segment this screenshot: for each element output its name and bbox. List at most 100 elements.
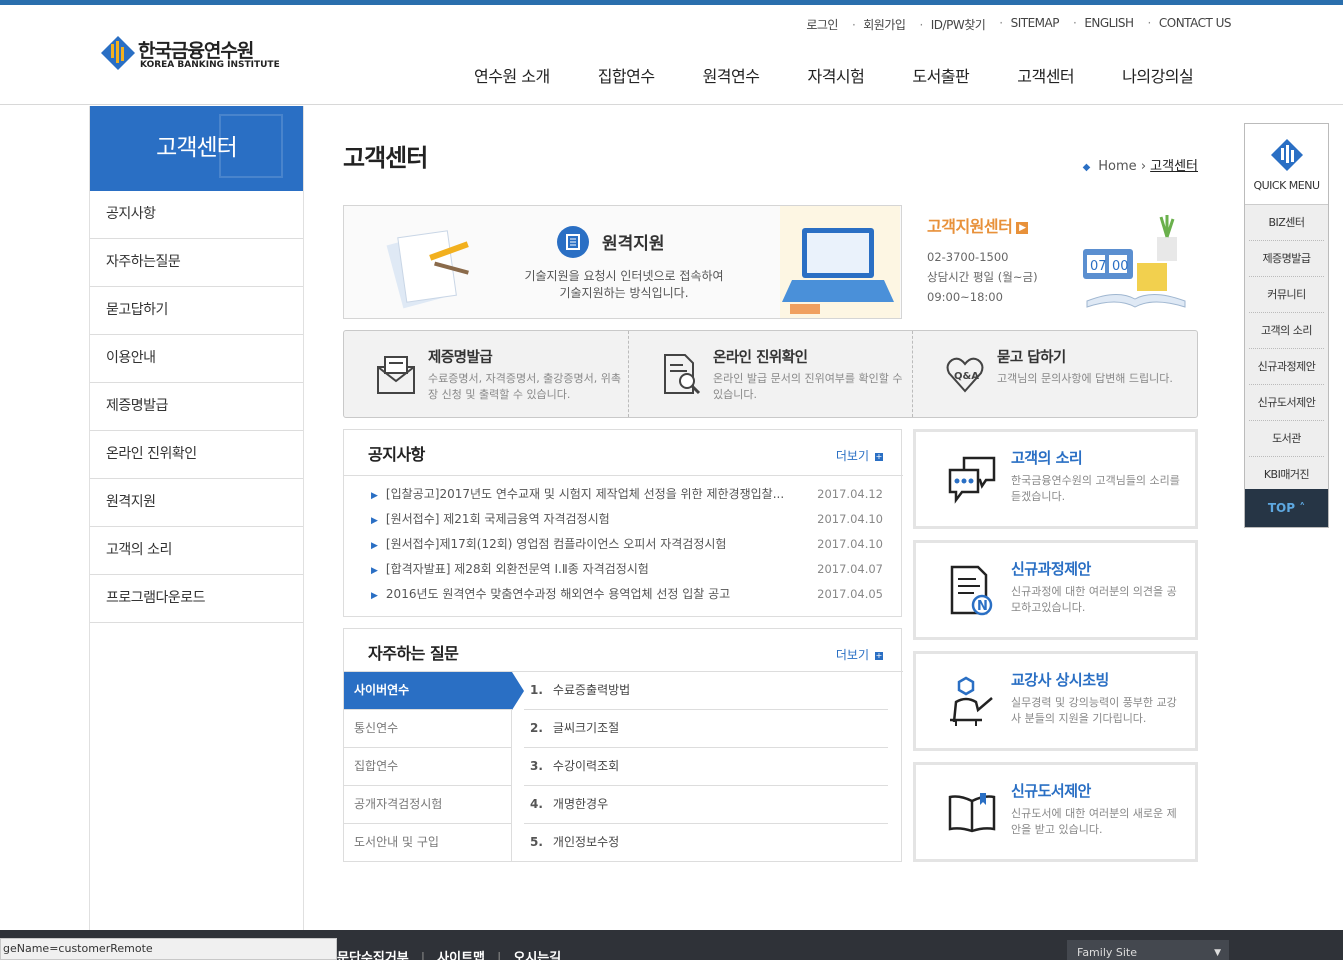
faq-item[interactable]: 5. 개인정보수정 [524,824,888,862]
card-customer-voice[interactable]: 고객의 소리 한국금융연수원의 고객님들의 소리를 듣겠습니다. [913,429,1198,529]
notice-item-text: [원서접수] 제21회 국제금융역 자격검정시험 [385,512,610,526]
bullet-icon: ▶ [371,591,378,601]
faq-tab-group[interactable]: 집합연수 [344,748,512,786]
footer-link-sitemap[interactable]: 사이트맵 [437,951,485,960]
footer-link-email-refusal[interactable]: 문단수집거부 [337,951,409,960]
calendar-month: 07 [1090,259,1107,274]
notice-item-date: 2017.04.12 [817,487,883,501]
side-nav-item-voice[interactable]: 고객의 소리 [90,527,303,575]
bullet-icon: ▶ [371,491,378,501]
remote-support-icon [557,226,589,258]
card-instructor-recruit[interactable]: 교강사 상시초빙 실무경력 및 강의능력이 풍부한 교강사 분들의 지원을 기다… [913,651,1198,751]
card-new-course[interactable]: N 신규과정제안 신규과정에 대한 여러분의 의견을 공모하고있습니다. [913,540,1198,640]
util-english-link[interactable]: ENGLISH [1073,16,1134,33]
gnb-item-publishing[interactable]: 도서출판 [912,63,969,87]
service-verify[interactable]: 온라인 진위확인 온라인 발급 문서의 진위여부를 확인할 수 있습니다. [628,331,913,417]
quick-menu-item-certificate[interactable]: 제증명발급 [1249,241,1324,277]
card-new-book-desc: 신규도서에 대한 여러분의 새로운 제안을 받고 있습니다. [1011,807,1177,836]
bullet-icon: ▶ [371,516,378,526]
document-new-icon: N [950,565,993,616]
notice-item-text: [원서접수]제17회(12회) 영업점 컴플라이언스 오피서 자격검정시험 [385,537,727,551]
support-center-title[interactable]: 고객지원센터 ▶ [927,213,1029,237]
faq-item-text: 수료증출력방법 [552,683,631,697]
side-nav-item-faq[interactable]: 자주하는질문 [90,239,303,287]
header: 한국금융연수원 KOREA BANKING INSTITUTE 로그인 회원가입… [0,5,1343,105]
side-nav: 고객센터 공지사항 자주하는질문 묻고답하기 이용안내 제증명발급 온라인 진위… [89,106,304,930]
notice-box: 공지사항 더보기 + ▶ [입찰공고]2017년도 연수교재 및 시험지 제작업체 … [343,429,903,617]
gnb-item-about[interactable]: 연수원 소개 [474,63,550,87]
quick-menu-item-community[interactable]: 커뮤니티 [1249,277,1324,313]
faq-item[interactable]: 3. 수강이력조회 [524,748,888,786]
faq-item[interactable]: 1. 수료증출력방법 [524,672,888,710]
remote-support-desc-line1: 기술지원을 요청시 인터넷으로 접속하여 [524,269,724,283]
notice-item[interactable]: ▶ [합격자발표] 제28회 외환전문역 Ⅰ.Ⅱ종 자격검정시험 2017.04.0… [371,557,883,582]
faq-item-num: 5. [530,835,543,849]
faq-item[interactable]: 4. 개명한경우 [524,786,888,824]
side-nav-item-certificate[interactable]: 제증명발급 [90,383,303,431]
util-join-link[interactable]: 회원가입 [852,16,906,33]
faq-more-link[interactable]: 더보기 + [836,646,883,663]
support-phone: 02-3700-1500 [927,250,1009,264]
gnb-item-my-classroom[interactable]: 나의강의실 [1122,63,1194,87]
service-certificate[interactable]: 제증명발급 수료증명서, 자격증명서, 출강증명서, 위촉장 신청 및 출력할 … [344,331,629,417]
side-nav-item-download[interactable]: 프로그램다운로드 [90,575,303,623]
faq-item-text: 개명한경우 [552,797,609,811]
quick-menu-item-library[interactable]: 도서관 [1249,421,1324,457]
faq-tab-correspondence[interactable]: 통신연수 [344,710,512,748]
top-button[interactable]: TOP ˄ [1245,489,1328,527]
card-new-book[interactable]: 신규도서제안 신규도서에 대한 여러분의 새로운 제안을 받고 있습니다. [913,762,1198,862]
breadcrumb-home[interactable]: Home [1098,159,1136,174]
notice-item[interactable]: ▶ 2016년도 원격연수 맞춤연수과정 해외연수 용역업체 선정 입찰 공고 20… [371,582,883,607]
gnb-item-certification[interactable]: 자격시험 [807,63,864,87]
util-login-link[interactable]: 로그인 [806,16,838,33]
bullet-icon: ▶ [371,541,378,551]
faq-item[interactable]: 2. 글씨크기조절 [524,710,888,748]
quick-menu-item-voice[interactable]: 고객의 소리 [1249,313,1324,349]
top-button-label: TOP [1267,501,1295,515]
remote-support-banner[interactable]: 원격지원 기술지원을 요청시 인터넷으로 접속하여 기술지원하는 방식입니다. [343,205,902,319]
footer-link-directions[interactable]: 오시는길 [513,951,561,960]
side-nav-item-qna[interactable]: 묻고답하기 [90,287,303,335]
notice-item[interactable]: ▶ [원서접수]제17회(12회) 영업점 컴플라이언스 오피서 자격검정시험 20… [371,532,883,557]
support-hours: 09:00~18:00 [927,290,1003,304]
card-instructor-recruit-title: 교강사 상시초빙 [1011,671,1109,689]
side-nav-item-verify[interactable]: 온라인 진위확인 [90,431,303,479]
page-title: 고객센터 [343,144,428,172]
breadcrumb: ◆ Home › 고객센터 [1083,155,1198,174]
side-nav-item-guide[interactable]: 이용안내 [90,335,303,383]
quick-menu-item-magazine[interactable]: KBI매거진 [1249,457,1324,493]
divider [344,475,903,476]
footer-separator: | [420,951,426,960]
faq-item-num: 3. [530,759,543,773]
util-sitemap-link[interactable]: SITEMAP [999,16,1060,33]
util-find-id-link[interactable]: ID/PW찾기 [919,16,986,33]
quick-menu-item-biz[interactable]: BIZ센터 [1249,205,1324,241]
envelope-icon [377,356,415,394]
gnb-item-remote-training[interactable]: 원격연수 [703,63,760,87]
plus-icon: + [875,451,883,461]
service-verify-title: 온라인 진위확인 [713,350,808,366]
gnb-item-customer-center[interactable]: 고객센터 [1017,63,1074,87]
faq-tab-public-exam[interactable]: 공개자격검정시험 [344,786,512,824]
notice-item[interactable]: ▶ [입찰공고]2017년도 연수교재 및 시험지 제작업체 선정을 위한 제한경… [371,482,883,507]
side-nav-item-notice[interactable]: 공지사항 [90,191,303,239]
card-new-book-title: 신규도서제안 [1011,782,1091,800]
logo[interactable]: 한국금융연수원 KOREA BANKING INSTITUTE [100,35,300,75]
side-nav-item-remote-support[interactable]: 원격지원 [90,479,303,527]
faq-tab-cyber[interactable]: 사이버연수 [344,672,524,710]
quick-menu-item-new-book[interactable]: 신규도서제안 [1249,385,1324,421]
faq-item-text: 글씨크기조절 [552,721,620,735]
faq-tab-books[interactable]: 도서안내 및 구입 [344,824,512,862]
gnb-item-group-training[interactable]: 집합연수 [598,63,655,87]
service-qna[interactable]: Q&A 묻고 답하기 고객님의 문의사항에 답변해 드립니다. [912,331,1197,417]
notice-item[interactable]: ▶ [원서접수] 제21회 국제금융역 자격검정시험 2017.04.10 [371,507,883,532]
notice-more-link[interactable]: 더보기 + [836,447,883,464]
service-qna-title: 묻고 답하기 [997,350,1066,366]
quick-menu-item-new-course[interactable]: 신규과정제안 [1249,349,1324,385]
util-contact-link[interactable]: CONTACT US [1148,16,1232,33]
quick-menu: QUICK MENU BIZ센터 제증명발급 커뮤니티 고객의 소리 신규과정제… [1244,123,1329,528]
breadcrumb-chevron-icon: › [1140,159,1151,174]
card-customer-voice-title: 고객의 소리 [1011,449,1083,467]
family-site-select[interactable]: Family Site ▼ [1067,940,1229,960]
calendar-day: 00 [1112,259,1129,274]
